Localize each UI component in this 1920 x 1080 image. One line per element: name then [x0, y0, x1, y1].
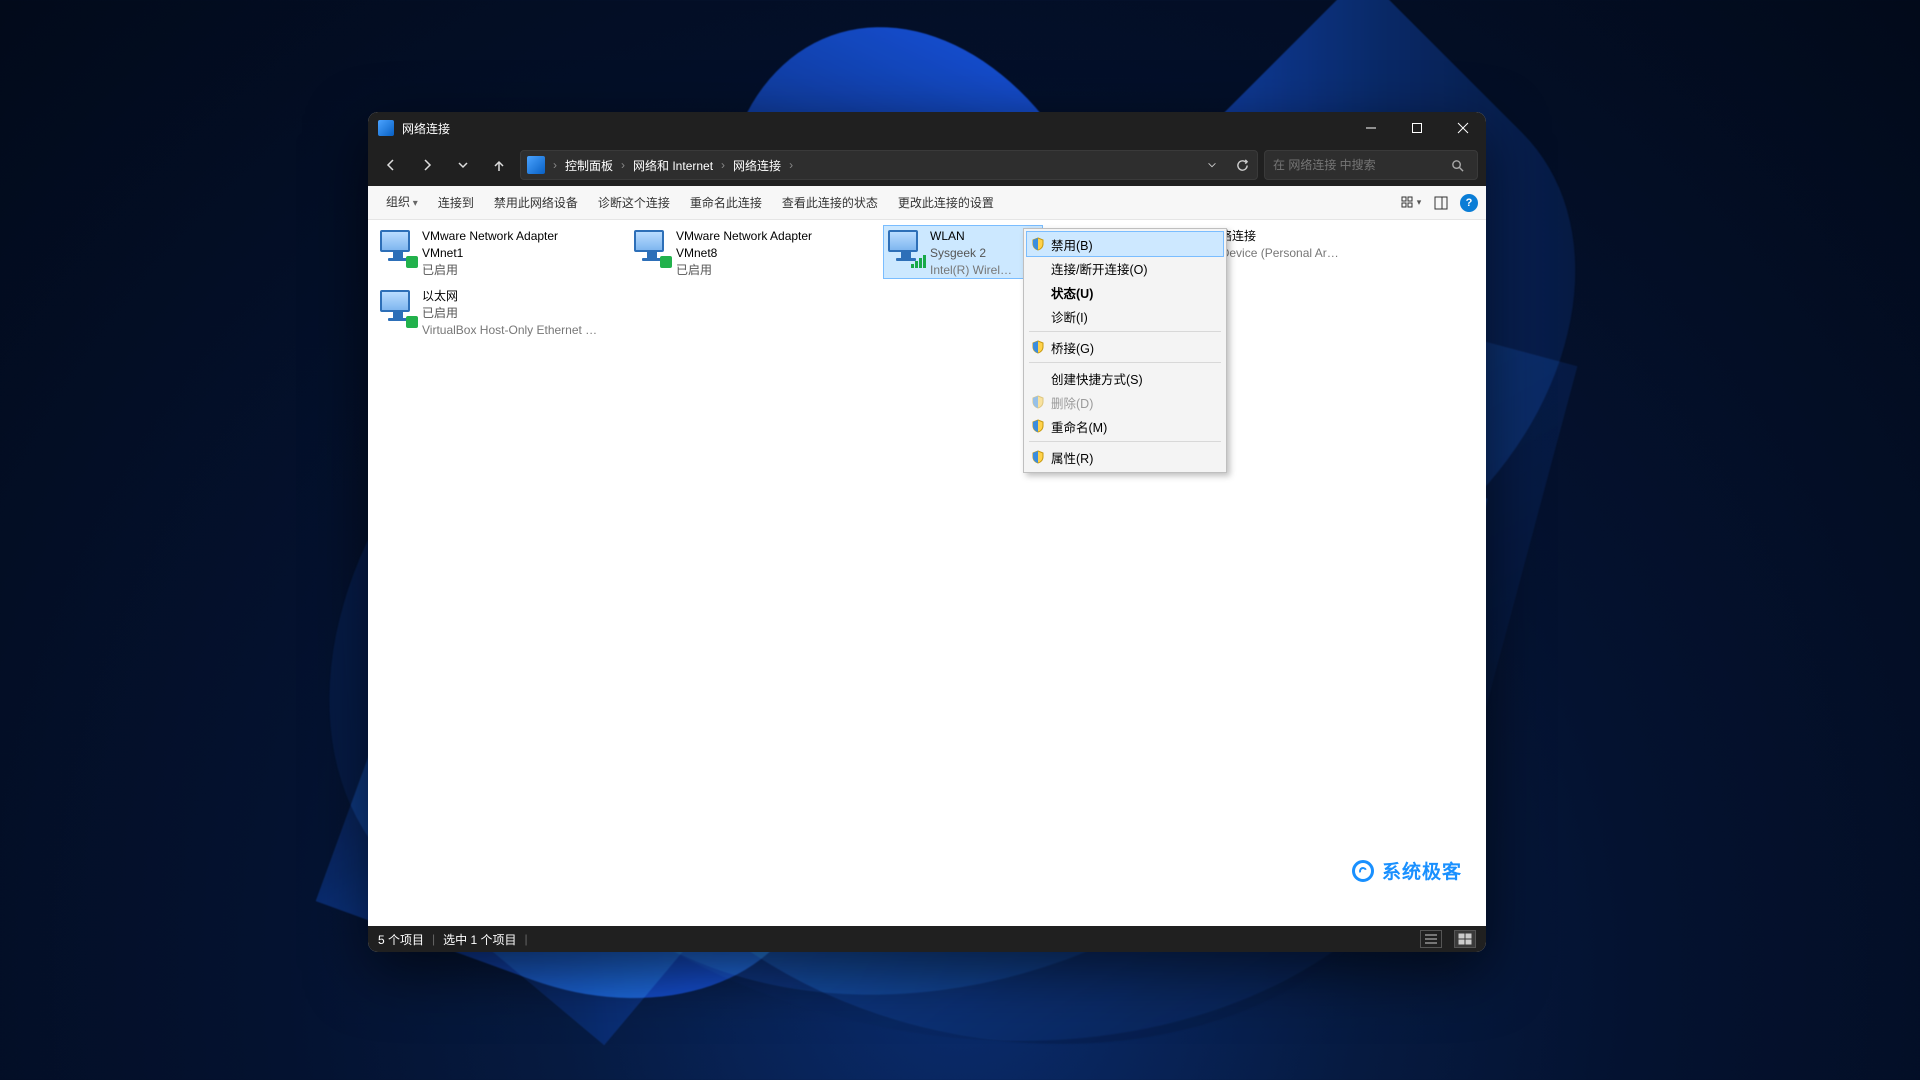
adapter-wlan[interactable]: WLAN Sysgeek 2 Intel(R) Wirel…	[884, 226, 1042, 278]
network-adapter-icon	[380, 290, 416, 326]
command-bar: 组织 连接到 禁用此网络设备 诊断这个连接 重命名此连接 查看此连接的状态 更改…	[368, 186, 1486, 220]
network-adapter-icon	[380, 230, 416, 266]
network-adapter-icon	[634, 230, 670, 266]
preview-pane-button[interactable]	[1428, 190, 1454, 216]
ctx-label: 禁用(B)	[1051, 235, 1215, 254]
status-item-count: 5 个项目	[378, 931, 424, 948]
adapter-device: VirtualBox Host-Only Ethernet …	[422, 322, 597, 339]
adapter-status: 已启用	[676, 262, 812, 279]
shield-icon	[1031, 395, 1045, 409]
status-separator: |	[432, 932, 435, 946]
breadcrumb-control-panel[interactable]: 控制面板	[563, 157, 615, 174]
view-options-button[interactable]: ▾	[1398, 190, 1424, 216]
change-settings-button[interactable]: 更改此连接的设置	[888, 186, 1004, 220]
ctx-status[interactable]: 状态(U)	[1027, 280, 1223, 304]
breadcrumb-separator: ›	[719, 158, 727, 172]
adapter-subname: VMnet1	[422, 245, 558, 262]
status-bar: 5 个项目 | 选中 1 个项目 |	[368, 926, 1486, 952]
shield-icon	[1031, 450, 1045, 464]
shield-icon	[1031, 419, 1045, 433]
ctx-diagnose[interactable]: 诊断(I)	[1027, 304, 1223, 328]
adapter-status: 已启用	[422, 262, 558, 279]
ctx-properties[interactable]: 属性(R)	[1027, 445, 1223, 469]
ctx-bridge[interactable]: 桥接(G)	[1027, 335, 1223, 359]
watermark: 系统极客	[1352, 857, 1462, 884]
adapter-name: VMware Network Adapter	[422, 228, 558, 245]
maximize-button[interactable]	[1394, 112, 1440, 144]
address-history-button[interactable]	[1197, 151, 1227, 179]
ctx-label: 删除(D)	[1051, 393, 1215, 412]
ctx-label: 重命名(M)	[1051, 417, 1215, 436]
adapter-status: 已启用	[422, 305, 597, 322]
ctx-label: 桥接(G)	[1051, 338, 1215, 357]
shield-icon	[1031, 237, 1045, 251]
search-box[interactable]	[1264, 150, 1478, 180]
window-icon	[378, 120, 394, 136]
control-panel-icon	[527, 156, 545, 174]
adapter-name: 以太网	[422, 288, 597, 305]
recent-locations-button[interactable]	[448, 150, 478, 180]
ctx-label: 属性(R)	[1051, 448, 1215, 467]
ctx-delete: 删除(D)	[1027, 390, 1223, 414]
adapter-name: VMware Network Adapter	[676, 228, 812, 245]
disable-device-button[interactable]: 禁用此网络设备	[484, 186, 588, 220]
rename-connection-button[interactable]: 重命名此连接	[680, 186, 772, 220]
watermark-text: 系统极客	[1382, 857, 1462, 884]
close-button[interactable]	[1440, 112, 1486, 144]
adapter-ethernet[interactable]: 以太网 已启用 VirtualBox Host-Only Ethernet …	[376, 286, 626, 346]
adapter-network: Sysgeek 2	[930, 245, 1012, 262]
view-status-button[interactable]: 查看此连接的状态	[772, 186, 888, 220]
adapter-name: WLAN	[930, 228, 1012, 245]
ctx-create-shortcut[interactable]: 创建快捷方式(S)	[1027, 366, 1223, 390]
ctx-label: 诊断(I)	[1051, 307, 1215, 326]
up-button[interactable]	[484, 150, 514, 180]
ctx-label: 状态(U)	[1051, 283, 1215, 302]
connect-to-button[interactable]: 连接到	[428, 186, 484, 220]
search-input[interactable]	[1273, 158, 1445, 172]
ctx-rename[interactable]: 重命名(M)	[1027, 414, 1223, 438]
watermark-icon	[1352, 860, 1374, 882]
ctx-disable[interactable]: 禁用(B)	[1027, 232, 1223, 256]
organize-menu[interactable]: 组织	[376, 185, 428, 221]
status-selected-count: 选中 1 个项目	[443, 931, 516, 948]
adapter-vmnet8[interactable]: VMware Network Adapter VMnet8 已启用	[630, 226, 880, 286]
wifi-adapter-icon	[888, 230, 924, 266]
refresh-button[interactable]	[1227, 151, 1257, 179]
shield-icon	[1031, 340, 1045, 354]
status-separator: |	[524, 932, 527, 946]
network-connections-window: 网络连接 › 控制面板 › 网络和 Internet › 网络连接 ›	[368, 112, 1486, 952]
search-icon[interactable]	[1445, 159, 1469, 172]
context-menu: 禁用(B) 连接/断开连接(O) 状态(U) 诊断(I) 桥接(G)	[1023, 228, 1227, 473]
breadcrumb-separator: ›	[551, 158, 559, 172]
address-bar[interactable]: › 控制面板 › 网络和 Internet › 网络连接 ›	[520, 150, 1258, 180]
adapter-subname: VMnet8	[676, 245, 812, 262]
diagnose-button[interactable]: 诊断这个连接	[588, 186, 680, 220]
window-title: 网络连接	[402, 120, 450, 137]
ctx-label: 创建快捷方式(S)	[1051, 369, 1215, 388]
breadcrumb-separator: ›	[619, 158, 627, 172]
adapter-list[interactable]: VMware Network Adapter VMnet1 已启用 VMware…	[368, 220, 1486, 926]
help-button[interactable]: ?	[1460, 194, 1478, 212]
details-view-button[interactable]	[1420, 930, 1442, 948]
breadcrumb-separator: ›	[787, 158, 795, 172]
titlebar[interactable]: 网络连接	[368, 112, 1486, 144]
ctx-label: 连接/断开连接(O)	[1051, 259, 1215, 278]
breadcrumb-network-internet[interactable]: 网络和 Internet	[631, 157, 715, 174]
ctx-connect-disconnect[interactable]: 连接/断开连接(O)	[1027, 256, 1223, 280]
back-button[interactable]	[376, 150, 406, 180]
adapter-device: Intel(R) Wirel…	[930, 262, 1012, 279]
adapter-vmnet1[interactable]: VMware Network Adapter VMnet1 已启用	[376, 226, 626, 286]
navigation-row: › 控制面板 › 网络和 Internet › 网络连接 ›	[368, 144, 1486, 186]
forward-button[interactable]	[412, 150, 442, 180]
tiles-view-button[interactable]	[1454, 930, 1476, 948]
minimize-button[interactable]	[1348, 112, 1394, 144]
breadcrumb-network-connections[interactable]: 网络连接	[731, 157, 783, 174]
